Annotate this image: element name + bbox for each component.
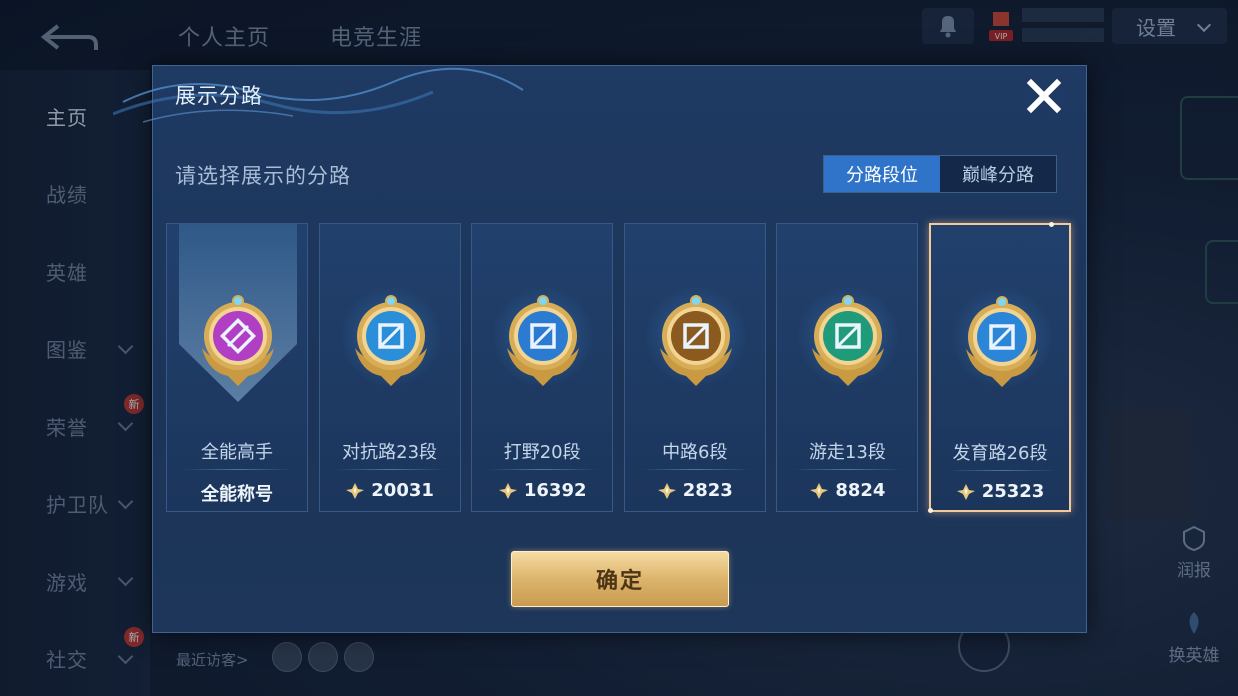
lane-score: 25323 <box>931 481 1069 502</box>
roam-emblem-icon <box>812 295 885 386</box>
lane-rank-label: 打野20段 <box>503 442 581 463</box>
lane-rank-label: 全能高手 <box>201 442 273 463</box>
divider <box>793 469 904 470</box>
tab-lane-rank[interactable]: 分路段位 <box>824 156 940 192</box>
lane-score: 8824 <box>777 480 917 501</box>
lane-card[interactable]: 全能高手 全能称号 <box>166 223 308 512</box>
lane-card[interactable]: 游走13段 8824 <box>776 223 919 512</box>
jungle-emblem-icon <box>507 295 580 386</box>
lane-card-list: 全能高手 全能称号 对抗路23段 20031 打野20段 16392 中路6段 2823 游走1… <box>166 222 1074 514</box>
power-score-icon <box>810 482 829 499</box>
farm-lane-emblem-icon <box>966 296 1038 387</box>
selection-corner-dot <box>928 508 933 513</box>
power-score-icon <box>346 482 365 499</box>
score-value: 25323 <box>981 481 1045 502</box>
lane-rank-label: 中路6段 <box>662 442 728 463</box>
lane-score: 2823 <box>625 480 765 501</box>
divider <box>183 469 293 470</box>
selection-corner-dot <box>1049 222 1054 227</box>
score-value: 20031 <box>371 480 434 501</box>
lane-card[interactable]: 对抗路23段 20031 <box>318 223 461 512</box>
divider <box>947 470 1057 471</box>
lane-card[interactable]: 发育路26段 25323 <box>928 222 1071 513</box>
divider <box>488 469 599 470</box>
lane-type-segmented-control: 分路段位 巅峰分路 <box>823 155 1057 193</box>
lane-rank-label: 发育路26段 <box>952 443 1048 464</box>
divider <box>640 469 751 470</box>
title-label: 全能称号 <box>201 484 273 505</box>
score-value: 16392 <box>523 480 587 501</box>
close-icon[interactable] <box>1024 76 1064 116</box>
all-round-emblem-icon <box>202 295 274 386</box>
power-score-icon <box>657 482 676 499</box>
lane-score: 20031 <box>320 480 460 501</box>
score-value: 2823 <box>682 480 733 501</box>
lane-card[interactable]: 打野20段 16392 <box>471 223 614 512</box>
lane-display-dialog: 展示分路 请选择展示的分路 分路段位 巅峰分路 全能高手 全能称号 对抗路23段 20… <box>113 65 1087 633</box>
power-score-icon <box>956 483 975 500</box>
power-score-icon <box>498 482 517 499</box>
lane-rank-label: 对抗路23段 <box>342 442 438 463</box>
confirm-button[interactable]: 确定 <box>511 551 729 607</box>
dialog-subtitle: 请选择展示的分路 <box>175 164 351 188</box>
lane-card[interactable]: 中路6段 2823 <box>623 223 766 512</box>
mid-lane-emblem-icon <box>659 295 732 386</box>
lane-score: 全能称号 <box>167 480 307 506</box>
divider <box>335 469 446 470</box>
score-value: 8824 <box>835 480 886 501</box>
clash-lane-emblem-icon <box>354 295 427 386</box>
tab-peak-lane[interactable]: 巅峰分路 <box>940 156 1056 192</box>
lane-rank-label: 游走13段 <box>808 442 886 463</box>
lane-score: 16392 <box>472 480 612 501</box>
dialog-title: 展示分路 <box>175 84 263 108</box>
